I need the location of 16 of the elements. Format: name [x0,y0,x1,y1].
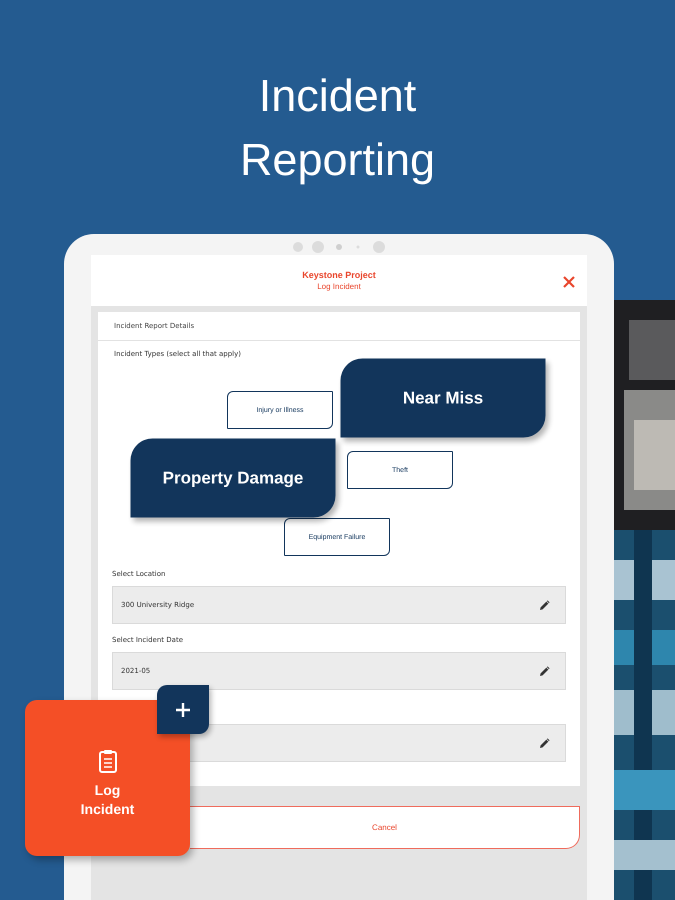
screen-subtitle: Log Incident [317,282,361,291]
close-icon [563,276,575,288]
incident-type-chip[interactable]: Near Miss [340,358,546,438]
plus-icon [175,702,191,718]
log-incident-button[interactable]: Log Incident [25,700,190,856]
project-title: Keystone Project [302,270,376,280]
input-field[interactable] [190,724,566,762]
pencil-icon [539,737,551,749]
headline: Incident Reporting [238,69,436,187]
close-button[interactable] [563,276,575,288]
cancel-button[interactable]: Cancel [190,806,580,849]
pencil-icon [539,599,551,611]
incident-type-chip[interactable]: Property Damage [130,438,336,518]
add-button[interactable] [157,685,209,734]
clipboard-icon [98,748,118,772]
pencil-icon [539,665,551,677]
